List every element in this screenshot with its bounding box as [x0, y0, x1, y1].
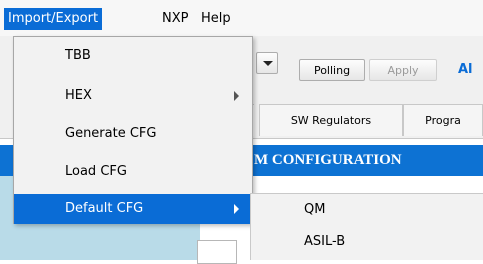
- default-cfg-submenu: QM ASIL-B: [250, 193, 483, 260]
- menu-item-label: TBB: [65, 48, 91, 63]
- menu-item-label: Default CFG: [65, 201, 144, 216]
- menu-help[interactable]: Help: [197, 8, 235, 30]
- chevron-right-icon: [234, 91, 239, 101]
- polling-button[interactable]: Polling: [299, 59, 365, 81]
- submenu-item-label: ASIL-B: [304, 234, 346, 249]
- submenu-item-label: QM: [304, 202, 326, 217]
- section-title: M CONFIGURATION: [254, 152, 402, 168]
- menu-item-label: Load CFG: [65, 164, 127, 179]
- menu-nxp[interactable]: NXP: [158, 8, 192, 30]
- chevron-down-icon: [263, 61, 273, 66]
- tab-sw-regulators[interactable]: SW Regulators: [259, 104, 403, 136]
- submenu-item-qm[interactable]: QM: [251, 195, 483, 225]
- menu-bar: Import/Export NXP Help: [0, 0, 483, 36]
- menu-item-label: HEX: [65, 88, 92, 103]
- menu-item-load-cfg[interactable]: Load CFG: [14, 157, 252, 187]
- chevron-right-icon: [234, 204, 239, 214]
- import-export-menu: TBB HEX Generate CFG Load CFG Default CF…: [13, 36, 253, 224]
- dropdown-button[interactable]: [256, 52, 278, 74]
- menu-import-export[interactable]: Import/Export: [4, 8, 103, 30]
- menu-item-generate-cfg[interactable]: Generate CFG: [14, 119, 252, 149]
- menu-item-label: Generate CFG: [65, 126, 157, 141]
- menu-item-default-cfg[interactable]: Default CFG: [14, 194, 252, 224]
- menu-item-hex[interactable]: HEX: [14, 81, 252, 111]
- menu-item-tbb[interactable]: TBB: [14, 41, 252, 71]
- tab-programming[interactable]: Progra: [403, 104, 483, 136]
- panel-field[interactable]: [197, 240, 237, 264]
- toolbar-blue-label[interactable]: Al: [458, 62, 473, 77]
- apply-button[interactable]: Apply: [369, 59, 437, 81]
- submenu-item-asil-b[interactable]: ASIL-B: [251, 227, 483, 257]
